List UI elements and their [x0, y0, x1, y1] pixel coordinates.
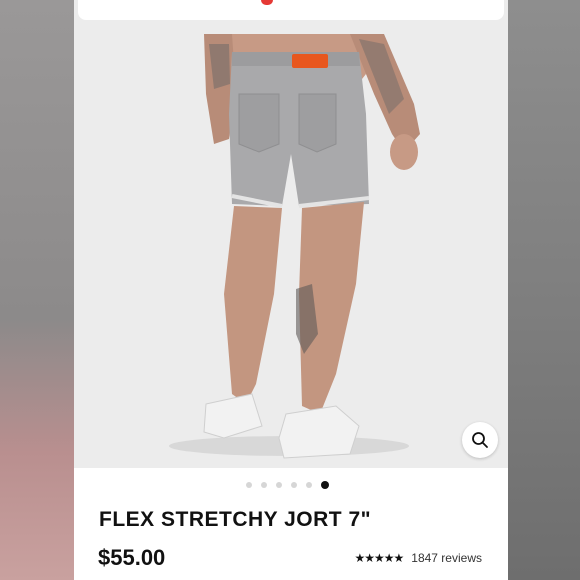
product-rating[interactable]: ★★★★★ 1847 reviews	[354, 551, 482, 565]
gallery-dot-5[interactable]	[306, 482, 312, 488]
product-photo-illustration	[169, 34, 420, 459]
product-image[interactable]	[74, 34, 508, 468]
review-count-link[interactable]: 1847 reviews	[411, 551, 482, 565]
gallery-dot-6-active[interactable]	[321, 481, 329, 489]
zoom-button[interactable]	[462, 422, 498, 458]
gallery-dot-2[interactable]	[261, 482, 267, 488]
header-card	[78, 0, 504, 20]
magnifier-icon	[472, 432, 488, 448]
top-header	[74, 0, 508, 34]
gallery-dot-3[interactable]	[276, 482, 282, 488]
product-info-panel: FLEX STRETCHY JORT 7" $55.00 ★★★★★ 1847 …	[74, 468, 508, 580]
product-title: FLEX STRETCHY JORT 7"	[99, 508, 372, 531]
gallery-pagination	[246, 481, 329, 489]
brand-logo-icon[interactable]	[261, 0, 273, 5]
right-background-edge	[508, 0, 580, 580]
left-background-edge	[0, 0, 74, 580]
product-price: $55.00	[98, 545, 166, 570]
gallery-dot-4[interactable]	[291, 482, 297, 488]
gallery-dot-1[interactable]	[246, 482, 252, 488]
rating-stars-icon: ★★★★★	[354, 551, 404, 565]
